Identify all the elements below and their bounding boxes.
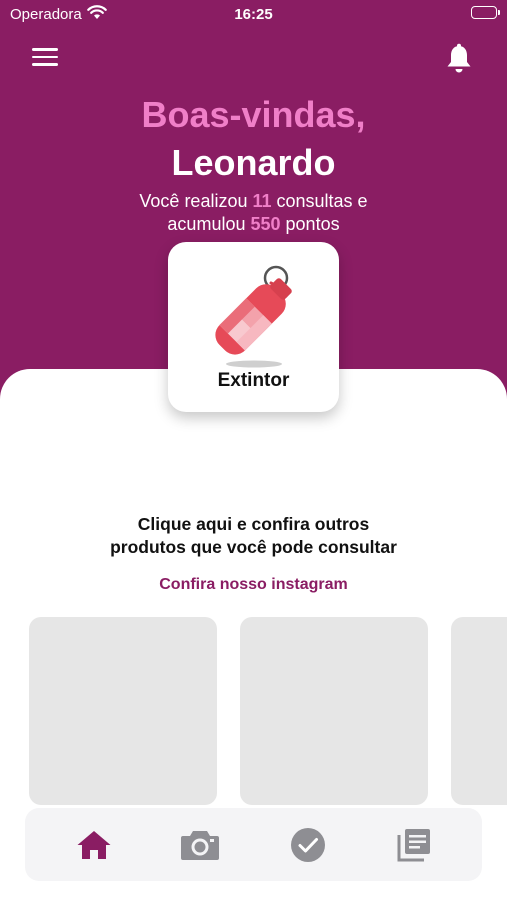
bottom-tab-bar <box>25 808 482 881</box>
notification-bell-icon[interactable] <box>444 43 474 75</box>
summary-text: Você realizou <box>139 191 253 211</box>
user-name: Leonardo <box>171 142 336 183</box>
consultas-count: 11 <box>252 191 272 211</box>
greeting-title: Boas-vindas, <box>141 94 366 135</box>
home-icon <box>77 831 111 859</box>
hamburger-menu-icon[interactable] <box>32 48 58 70</box>
points-count: 550 <box>250 214 281 234</box>
check-circle-icon <box>291 828 325 862</box>
fire-extinguisher-icon <box>215 265 292 368</box>
other-products-cta[interactable]: Clique aqui e confira outros produtos qu… <box>0 513 507 559</box>
status-time: 16:25 <box>234 6 273 23</box>
user-summary: Você realizou 11 consultas e acumulou 55… <box>0 190 507 236</box>
battery-icon <box>471 6 500 19</box>
instagram-post-placeholder[interactable] <box>29 617 217 805</box>
camera-icon <box>181 831 219 860</box>
product-card-label: Extintor <box>217 370 290 391</box>
summary-line-2: acumulou 550 pontos <box>0 213 507 236</box>
instagram-post-placeholder[interactable] <box>240 617 428 805</box>
summary-text: consultas e <box>271 191 368 211</box>
product-card-extintor[interactable]: Extintor <box>168 242 339 412</box>
tab-documents[interactable] <box>394 827 434 863</box>
tab-camera[interactable] <box>180 827 220 863</box>
summary-text: acumulou <box>167 214 251 234</box>
instagram-post-placeholder[interactable] <box>451 617 507 805</box>
documents-icon <box>397 829 430 862</box>
cta-line-1: Clique aqui e confira outros <box>137 514 370 534</box>
summary-line-1: Você realizou 11 consultas e <box>0 190 507 213</box>
tab-check[interactable] <box>288 827 328 863</box>
tab-home[interactable] <box>74 827 114 863</box>
instagram-link[interactable]: Confira nosso instagram <box>0 576 507 594</box>
status-bar: Operadora 16:25 <box>0 0 507 30</box>
cta-line-2: produtos que você pode consultar <box>110 537 397 557</box>
summary-text: pontos <box>280 214 340 234</box>
